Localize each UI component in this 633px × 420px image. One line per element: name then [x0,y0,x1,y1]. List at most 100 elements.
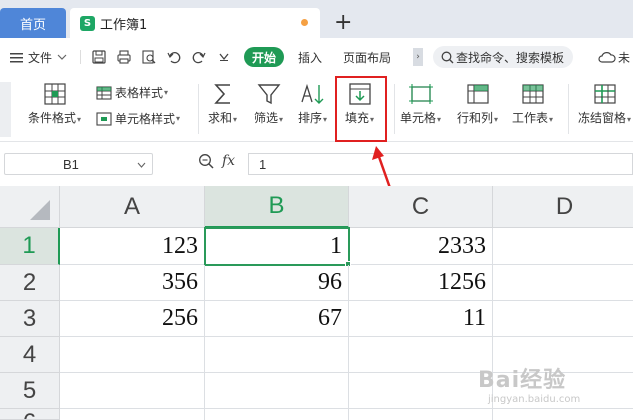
row-header[interactable]: 3 [0,301,60,337]
tab-page-layout-label: 页面布局 [343,50,392,65]
cell-B6[interactable] [205,409,349,420]
name-box[interactable]: B1 [4,153,153,175]
row-col-label: 行和列 [457,111,494,125]
filter-button[interactable]: 筛选▾ [254,82,283,126]
cell-A4[interactable] [60,337,205,373]
table-style-button[interactable]: 表格样式 ▾ [96,84,168,101]
cloud-status-label: 未 [618,50,631,65]
cell-B5[interactable] [205,373,349,409]
sum-button[interactable]: 求和▾ [208,82,237,126]
worksheet-button[interactable]: 工作表▾ [512,82,553,126]
fill-highlight-box [335,76,387,142]
sort-label: 排序 [298,111,323,125]
worksheet-label: 工作表 [512,111,549,125]
sum-icon [213,84,230,104]
save-icon[interactable] [92,50,106,64]
search-placeholder: 查找命令、搜索模板 [456,50,565,65]
sort-icon [300,83,324,104]
search-icon [441,51,454,63]
freeze-panes-button[interactable]: 冻结窗格▾ [578,82,631,126]
cell-B4[interactable] [205,337,349,373]
cell-C6[interactable] [349,409,493,420]
cell-A6[interactable] [60,409,205,420]
unsaved-dot-icon [301,19,308,26]
cell-A2[interactable]: 356 [60,265,205,301]
command-search[interactable]: 查找命令、搜索模板 [433,46,573,68]
table-style-label: 表格样式 [115,86,164,100]
cell-B3[interactable]: 67 [205,301,349,337]
cell-style-label: 单元格样式 [115,112,176,126]
formula-input[interactable]: 1 [248,153,633,175]
sort-button[interactable]: 排序▾ [298,82,327,126]
print-preview-icon[interactable] [142,50,156,64]
cell-C2[interactable]: 1256 [349,265,493,301]
tab-home[interactable]: 首页 [0,8,66,38]
cell-C4[interactable] [349,337,493,373]
filter-label: 筛选 [254,111,279,125]
zoom-search-icon[interactable] [198,153,214,169]
freeze-panes-icon [593,84,616,104]
tab-page-layout[interactable]: 页面布局 [343,38,391,76]
cell-style-button[interactable]: 单元格样式 ▾ [96,110,180,127]
conditional-format-icon [43,83,66,105]
row-col-icon [466,84,489,104]
conditional-format-button[interactable]: 条件格式▾ [28,82,81,126]
cell-D2[interactable] [493,265,633,301]
more-tabs-button[interactable]: › [413,48,423,66]
column-header[interactable]: A [60,186,205,228]
freeze-panes-label: 冻结窗格 [578,111,627,125]
formula-tools: fx [198,153,235,169]
tab-bar: 首页 S 工作簿1 + [0,0,633,38]
cell-A5[interactable] [60,373,205,409]
cell-D3[interactable] [493,301,633,337]
formula-input-value: 1 [259,156,267,172]
cell-C3[interactable]: 11 [349,301,493,337]
row-header[interactable]: 6 [0,409,60,420]
cell-button[interactable]: 单元格▾ [400,82,441,126]
cell-label: 单元格 [400,111,437,125]
quick-access-more-icon[interactable] [219,52,229,62]
row-col-button[interactable]: 行和列▾ [457,82,498,126]
row-header[interactable]: 4 [0,337,60,373]
annotation-arrow-icon [372,146,392,189]
sum-label: 求和 [208,111,233,125]
worksheet-icon [521,84,544,104]
cloud-icon [598,52,616,63]
cell-B1[interactable]: 1 [204,227,350,266]
fx-icon[interactable]: fx [222,153,235,169]
cell-A1[interactable]: 123 [60,228,205,265]
watermark-url: jingyan.baidu.com [488,394,581,405]
tab-start[interactable]: 开始 [244,47,284,67]
ribbon-scroll-left[interactable] [0,82,11,137]
row-header[interactable]: 2 [0,265,60,301]
column-header[interactable]: C [349,186,493,228]
chevron-down-icon [137,162,146,168]
cell-C5[interactable] [349,373,493,409]
row-header[interactable]: 5 [0,373,60,409]
cell-D1[interactable] [493,228,633,265]
new-tab-button[interactable]: + [334,10,352,36]
table-style-icon [96,85,112,100]
column-header[interactable]: B [205,186,349,228]
tab-insert[interactable]: 插入 [298,38,322,76]
chevron-down-icon [57,54,67,60]
column-header[interactable]: D [493,186,633,228]
cell-C1[interactable]: 2333 [349,228,493,265]
print-icon[interactable] [117,50,131,64]
cell-B2[interactable]: 96 [205,265,349,301]
select-all-corner[interactable] [0,186,60,228]
cell-icon [408,84,433,104]
conditional-format-label: 条件格式 [28,111,77,125]
formula-bar: B1 fx 1 [0,142,633,186]
cloud-status[interactable]: 未 [598,38,630,76]
undo-icon[interactable] [167,50,181,64]
file-menu[interactable]: 文件 [10,38,67,76]
tab-document[interactable]: S 工作簿1 [70,8,320,38]
hamburger-icon [10,52,23,62]
row-header[interactable]: 1 [0,228,60,265]
file-menu-label: 文件 [28,50,53,65]
cell-style-icon [96,111,112,126]
redo-icon[interactable] [192,50,206,64]
name-box-value: B1 [63,156,79,172]
cell-A3[interactable]: 256 [60,301,205,337]
